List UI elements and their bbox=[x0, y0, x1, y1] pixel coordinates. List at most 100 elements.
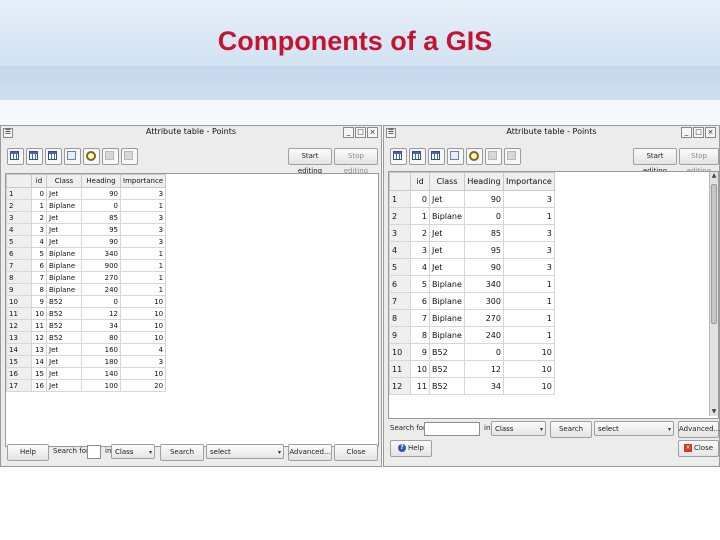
minimize-icon[interactable]: _ bbox=[681, 127, 692, 138]
row-header-corner[interactable] bbox=[6, 174, 32, 188]
row-number[interactable]: 11 bbox=[389, 360, 411, 378]
scroll-up-icon[interactable]: ▲ bbox=[710, 172, 718, 180]
field-select[interactable]: Class ▾ bbox=[491, 421, 546, 436]
table-row[interactable]: 15 14 Jet 180 3 bbox=[6, 355, 167, 368]
table-row[interactable]: 8 7 Biplane 270 1 bbox=[389, 309, 555, 327]
table-row[interactable]: 10 9 B52 0 10 bbox=[6, 295, 167, 308]
column-header[interactable]: id bbox=[410, 172, 430, 191]
advanced-button[interactable]: Advanced... bbox=[678, 421, 720, 438]
row-number[interactable]: 14 bbox=[6, 343, 32, 356]
column-header[interactable]: Heading bbox=[81, 174, 121, 188]
selection-mode-select[interactable]: select ▾ bbox=[206, 444, 284, 459]
move-to-top-icon[interactable] bbox=[447, 148, 464, 165]
table-row[interactable]: 2 1 Biplane 0 1 bbox=[389, 207, 555, 225]
table-grid-icon[interactable] bbox=[7, 148, 24, 165]
field-select[interactable]: Class ▾ bbox=[111, 444, 155, 459]
close-window-icon[interactable]: × bbox=[367, 127, 378, 138]
close-button[interactable]: × Close bbox=[678, 440, 719, 457]
table-row[interactable]: 1 0 Jet 90 3 bbox=[6, 187, 167, 200]
advanced-button[interactable]: Advanced... bbox=[288, 444, 332, 461]
row-number[interactable]: 12 bbox=[389, 377, 411, 395]
move-to-top-icon[interactable] bbox=[64, 148, 81, 165]
column-header[interactable]: Importance bbox=[503, 172, 555, 191]
row-number[interactable]: 2 bbox=[389, 207, 411, 225]
row-number[interactable]: 15 bbox=[6, 355, 32, 368]
table-row[interactable]: 10 9 B52 0 10 bbox=[389, 343, 555, 361]
start-editing-button[interactable]: Start editing bbox=[288, 148, 332, 175]
copy-icon[interactable] bbox=[102, 148, 119, 165]
table-row[interactable]: 11 10 B52 12 10 bbox=[389, 360, 555, 378]
close-button[interactable]: Close bbox=[334, 444, 378, 461]
maximize-icon[interactable]: □ bbox=[355, 127, 366, 138]
row-number[interactable]: 4 bbox=[6, 223, 32, 236]
row-number[interactable]: 13 bbox=[6, 331, 32, 344]
vertical-scrollbar[interactable]: ▲ ▼ bbox=[709, 172, 718, 416]
row-number[interactable]: 10 bbox=[389, 343, 411, 361]
row-number[interactable]: 7 bbox=[6, 259, 32, 272]
start-editing-button[interactable]: Start editing bbox=[633, 148, 677, 175]
table-row[interactable]: 5 4 Jet 90 3 bbox=[389, 258, 555, 276]
row-number[interactable]: 1 bbox=[6, 187, 32, 200]
search-button[interactable]: Search bbox=[160, 444, 204, 461]
row-header-corner[interactable] bbox=[389, 172, 411, 191]
help-button[interactable]: ? Help bbox=[390, 440, 432, 457]
table-row[interactable]: 2 1 Biplane 0 1 bbox=[6, 199, 167, 212]
table-row[interactable]: 9 8 Biplane 240 1 bbox=[389, 326, 555, 344]
column-header[interactable]: Class bbox=[429, 172, 465, 191]
search-input[interactable] bbox=[87, 445, 101, 459]
row-number[interactable]: 3 bbox=[6, 211, 32, 224]
row-number[interactable]: 5 bbox=[389, 258, 411, 276]
row-number[interactable]: 6 bbox=[389, 275, 411, 293]
table-row[interactable]: 9 8 Biplane 240 1 bbox=[6, 283, 167, 296]
table-row[interactable]: 17 16 Jet 100 20 bbox=[6, 379, 167, 392]
title-bar[interactable]: ☰ Attribute table - Points _ □ × bbox=[384, 126, 719, 139]
row-number[interactable]: 3 bbox=[389, 224, 411, 242]
row-number[interactable]: 6 bbox=[6, 247, 32, 260]
select-all-icon[interactable] bbox=[409, 148, 426, 165]
maximize-icon[interactable]: □ bbox=[693, 127, 704, 138]
minimize-icon[interactable]: _ bbox=[343, 127, 354, 138]
table-row[interactable]: 12 11 B52 34 10 bbox=[6, 319, 167, 332]
column-header[interactable]: Importance bbox=[119, 174, 167, 188]
search-input[interactable] bbox=[424, 422, 480, 436]
delete-icon[interactable] bbox=[504, 148, 521, 165]
row-number[interactable]: 11 bbox=[6, 307, 32, 320]
table-row[interactable]: 8 7 Biplane 270 1 bbox=[6, 271, 167, 284]
copy-icon[interactable] bbox=[485, 148, 502, 165]
row-number[interactable]: 9 bbox=[389, 326, 411, 344]
row-number[interactable]: 17 bbox=[6, 379, 32, 392]
row-number[interactable]: 10 bbox=[6, 295, 32, 308]
zoom-to-selection-icon[interactable] bbox=[466, 148, 483, 165]
row-number[interactable]: 2 bbox=[6, 199, 32, 212]
row-number[interactable]: 8 bbox=[6, 271, 32, 284]
delete-icon[interactable] bbox=[121, 148, 138, 165]
row-number[interactable]: 12 bbox=[6, 319, 32, 332]
close-window-icon[interactable]: × bbox=[705, 127, 716, 138]
table-row[interactable]: 13 12 B52 80 10 bbox=[6, 331, 167, 344]
table-row[interactable]: 11 10 B52 12 10 bbox=[6, 307, 167, 320]
column-header[interactable]: Heading bbox=[464, 172, 504, 191]
column-header[interactable]: Class bbox=[46, 174, 82, 188]
row-number[interactable]: 8 bbox=[389, 309, 411, 327]
selection-mode-select[interactable]: select ▾ bbox=[594, 421, 674, 436]
help-button[interactable]: Help bbox=[7, 444, 49, 461]
scroll-down-icon[interactable]: ▼ bbox=[710, 408, 718, 416]
title-bar[interactable]: ☰ Attribute table - Points _ □ × bbox=[1, 126, 381, 139]
table-row[interactable]: 12 11 B52 34 10 bbox=[389, 377, 555, 395]
table-row[interactable]: 7 6 Biplane 900 1 bbox=[6, 259, 167, 272]
column-header[interactable]: id bbox=[31, 174, 47, 188]
stop-editing-button[interactable]: Stop editing bbox=[679, 148, 719, 175]
row-number[interactable]: 4 bbox=[389, 241, 411, 259]
table-row[interactable]: 16 15 Jet 140 10 bbox=[6, 367, 167, 380]
table-row[interactable]: 14 13 Jet 160 4 bbox=[6, 343, 167, 356]
table-grid-icon[interactable] bbox=[390, 148, 407, 165]
row-number[interactable]: 7 bbox=[389, 292, 411, 310]
table-row[interactable]: 6 5 Biplane 340 1 bbox=[389, 275, 555, 293]
search-button[interactable]: Search bbox=[550, 421, 592, 438]
invert-selection-icon[interactable] bbox=[45, 148, 62, 165]
table-row[interactable]: 7 6 Biplane 300 1 bbox=[389, 292, 555, 310]
stop-editing-button[interactable]: Stop editing bbox=[334, 148, 378, 175]
table-row[interactable]: 4 3 Jet 95 3 bbox=[389, 241, 555, 259]
table-row[interactable]: 3 2 Jet 85 3 bbox=[389, 224, 555, 242]
table-row[interactable]: 6 5 Biplane 340 1 bbox=[6, 247, 167, 260]
